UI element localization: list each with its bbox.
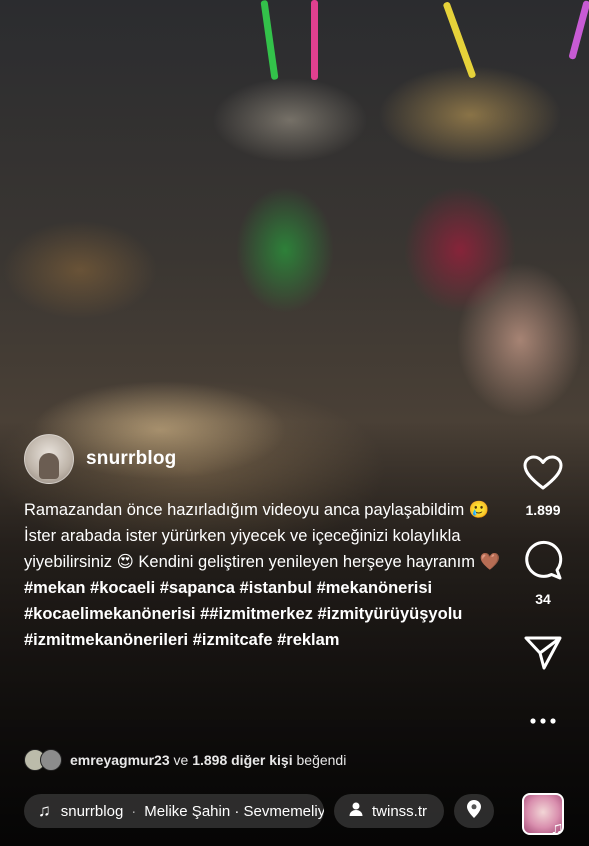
bottom-pills: ♫ snurrblog · Melike Şahin · Sevmemeliyi…: [24, 794, 494, 828]
send-icon: [524, 635, 562, 676]
straw-decoration: [568, 0, 589, 60]
like-button[interactable]: 1.899: [523, 455, 563, 518]
caption[interactable]: Ramazandan önce hazırladığım videoyu anc…: [24, 497, 504, 653]
like-count: 1.899: [525, 502, 561, 518]
liker-avatar: [40, 749, 62, 771]
caption-line: Ramazandan önce hazırladığım videoyu anc…: [24, 501, 490, 519]
tagged-user-pill[interactable]: twinss.tr: [334, 794, 444, 828]
location-pill[interactable]: [454, 794, 494, 828]
reel-video[interactable]: snurrblog Ramazandan önce hazırladığım v…: [0, 0, 589, 846]
share-button[interactable]: [524, 635, 562, 676]
straw-decoration: [442, 1, 477, 79]
likes-suffix: beğendi: [296, 752, 347, 768]
liker-username[interactable]: emreyagmur23: [70, 752, 170, 768]
person-icon: [348, 801, 364, 821]
hashtags[interactable]: #mekan #kocaeli #sapanca #istanbul #meka…: [24, 575, 504, 653]
straw-decoration: [311, 0, 318, 80]
tagged-username: twinss.tr: [372, 802, 428, 820]
location-pin-icon: [467, 800, 481, 822]
music-note-icon: ♫: [38, 801, 51, 820]
more-button[interactable]: [529, 712, 557, 730]
likes-connector: ve: [173, 752, 189, 768]
author-row[interactable]: snurrblog: [24, 434, 176, 484]
music-note-icon: ♫: [550, 818, 564, 838]
avatar[interactable]: [24, 434, 74, 484]
action-rail: 1.899 34: [516, 455, 570, 730]
more-icon: [529, 712, 557, 730]
comment-button[interactable]: 34: [523, 540, 563, 607]
comment-icon: [523, 540, 563, 585]
caption-line: İster arabada ister yürürken yiyecek ve …: [24, 527, 501, 571]
audio-pill[interactable]: ♫ snurrblog · Melike Şahin · Sevmemeliyi…: [24, 794, 324, 828]
comment-count: 34: [535, 591, 551, 607]
straw-decoration: [260, 0, 279, 81]
heart-icon: [523, 455, 563, 496]
liked-by[interactable]: emreyagmur23 ve 1.898 diğer kişi beğendi: [24, 749, 346, 771]
username[interactable]: snurrblog: [86, 448, 176, 470]
separator: ·: [131, 802, 137, 820]
audio-owner: snurrblog: [60, 802, 124, 820]
likes-others[interactable]: 1.898 diğer kişi: [192, 752, 292, 768]
audio-track: Melike Şahin · Sevmemeliyiz: [144, 802, 324, 820]
